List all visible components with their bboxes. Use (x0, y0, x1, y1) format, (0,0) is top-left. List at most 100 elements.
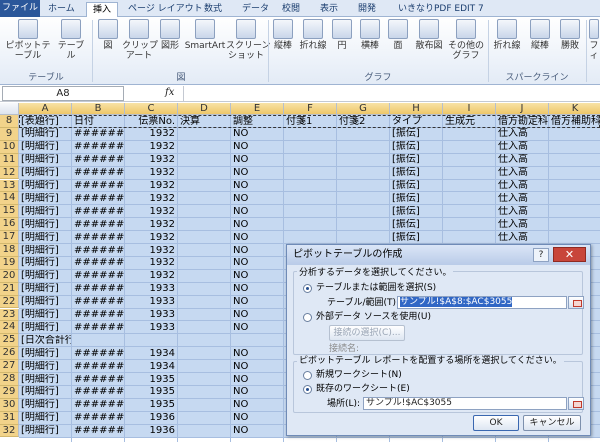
tab-review[interactable]: 校閲 (276, 2, 306, 17)
cell-a[interactable]: [明細行] (19, 219, 71, 231)
cell-j[interactable]: 仕入高 (496, 141, 548, 153)
column-header-k[interactable]: K (549, 103, 600, 115)
cell-b[interactable]: ######## (72, 374, 124, 386)
cell-b[interactable]: ######## (72, 296, 124, 308)
cell-j[interactable]: 仕入高 (496, 206, 548, 218)
cell-e[interactable]: NO (231, 412, 283, 424)
row-header[interactable]: 16 (0, 218, 19, 232)
clipart-button[interactable]: クリップ アート (122, 19, 158, 61)
tab-formulas[interactable]: 数式 (198, 2, 228, 17)
cell-a[interactable]: [明細行] (19, 206, 71, 218)
other-charts-button[interactable]: その他の グラフ (448, 19, 484, 61)
row-header[interactable]: 29 (0, 385, 19, 399)
cell-a[interactable]: [明細行] (19, 361, 71, 373)
row-header[interactable]: 8 (0, 115, 19, 128)
row-header[interactable]: 18 (0, 244, 19, 257)
cell-c[interactable]: 1934 (125, 348, 177, 360)
cell-a[interactable]: [明細行] (19, 270, 71, 282)
range-picker-icon[interactable] (568, 296, 584, 309)
row-header[interactable]: 14 (0, 192, 19, 206)
radio-existing-worksheet[interactable] (303, 385, 312, 394)
tab-insert[interactable]: 挿入 (86, 2, 119, 18)
cell-b[interactable]: ######## (72, 283, 124, 295)
row-header[interactable]: 11 (0, 153, 19, 167)
cell-a[interactable]: [明細行] (19, 167, 71, 179)
cell-e[interactable]: NO (231, 245, 283, 257)
cell-b[interactable]: ######## (72, 219, 124, 231)
range-input[interactable]: サンプル!$A$8:$AC$3055 (397, 296, 567, 309)
cell-b[interactable]: ######## (72, 386, 124, 398)
cell-h[interactable]: [振伝] (390, 219, 442, 231)
column-header-h[interactable]: H (390, 103, 443, 115)
cell-c[interactable]: 1932 (125, 141, 177, 153)
cell-j[interactable]: 仕入高 (496, 180, 548, 192)
cell-c[interactable] (125, 335, 177, 347)
column-header-g[interactable]: G (337, 103, 390, 115)
cell-h[interactable]: [振伝] (390, 180, 442, 192)
cell-c[interactable]: 1936 (125, 412, 177, 424)
cell-c[interactable]: 1932 (125, 154, 177, 166)
cell-e[interactable]: NO (231, 296, 283, 308)
cell-e[interactable]: NO (231, 399, 283, 411)
location-input[interactable]: サンプル!$AC$3055 (363, 397, 567, 410)
cell-h[interactable]: [振伝] (390, 167, 442, 179)
cell-e[interactable]: NO (231, 219, 283, 231)
cell-b[interactable]: ######## (72, 399, 124, 411)
row-header[interactable]: 15 (0, 205, 19, 219)
cell-e[interactable]: NO (231, 257, 283, 269)
shapes-button[interactable]: 図形 (158, 19, 182, 51)
row-header[interactable]: 12 (0, 166, 19, 180)
location-picker-icon[interactable] (568, 397, 584, 410)
cell-c[interactable]: 1932 (125, 128, 177, 140)
cell-b[interactable]: ######## (72, 348, 124, 360)
pivot-table-button[interactable]: ピボットテーブル (2, 19, 54, 61)
cell-e[interactable]: NO (231, 309, 283, 321)
row-header[interactable]: 26 (0, 347, 19, 361)
row-header[interactable]: 27 (0, 360, 19, 373)
row-header[interactable]: 17 (0, 231, 19, 244)
choose-connection-button[interactable]: 接続の選択(C)... (329, 325, 405, 341)
tab-pdf-addin[interactable]: いきなりPDF EDIT 7 (392, 2, 490, 17)
table-button[interactable]: テーブル (54, 19, 88, 61)
cell-b[interactable] (72, 335, 124, 347)
cell-h[interactable]: [振伝] (390, 128, 442, 140)
cell-b[interactable]: ######## (72, 309, 124, 321)
cell-a[interactable]: [明細行] (19, 245, 71, 257)
cell-h[interactable]: [振伝] (390, 232, 442, 244)
cell-c[interactable]: 1932 (125, 206, 177, 218)
cell-c[interactable]: 1933 (125, 296, 177, 308)
cell-e[interactable]: NO (231, 154, 283, 166)
radio-new-worksheet[interactable] (303, 371, 312, 380)
formula-input[interactable] (183, 86, 600, 101)
cell-b[interactable]: ######## (72, 154, 124, 166)
tab-view[interactable]: 表示 (314, 2, 344, 17)
tab-page-layout[interactable]: ページ レイアウト (122, 2, 209, 17)
radio-table-range[interactable] (303, 284, 312, 293)
cell-b[interactable]: ######## (72, 206, 124, 218)
cell-a[interactable]: [明細行] (19, 425, 71, 437)
cell-a[interactable]: [明細行] (19, 374, 71, 386)
cell-c[interactable]: 1932 (125, 180, 177, 192)
cell-j[interactable]: 仕入高 (496, 193, 548, 205)
bar-chart-button[interactable]: 横棒 (356, 19, 384, 51)
cell-j[interactable]: 仕入高 (496, 219, 548, 231)
row-header[interactable]: 23 (0, 308, 19, 322)
cancel-button[interactable]: キャンセル (523, 415, 581, 431)
tab-home[interactable]: ホーム (42, 2, 81, 17)
row-header[interactable]: 32 (0, 424, 19, 438)
column-header-a[interactable]: A (19, 103, 72, 115)
column-chart-button[interactable]: 縦棒 (270, 19, 296, 51)
cell-c[interactable]: 1932 (125, 193, 177, 205)
cell-c[interactable]: 1932 (125, 167, 177, 179)
cell-c[interactable]: 1932 (125, 245, 177, 257)
row-header[interactable]: 25 (0, 334, 19, 348)
cell-b[interactable]: ######## (72, 128, 124, 140)
sparkline-winloss-button[interactable]: 勝敗 (556, 19, 584, 51)
help-icon[interactable]: ? (533, 248, 549, 262)
cell-a[interactable]: [明細行] (19, 412, 71, 424)
cell-h[interactable]: [振伝] (390, 206, 442, 218)
tab-developer[interactable]: 開発 (352, 2, 382, 17)
cell-h[interactable]: [振伝] (390, 154, 442, 166)
cell-e[interactable]: NO (231, 193, 283, 205)
cell-e[interactable]: NO (231, 167, 283, 179)
